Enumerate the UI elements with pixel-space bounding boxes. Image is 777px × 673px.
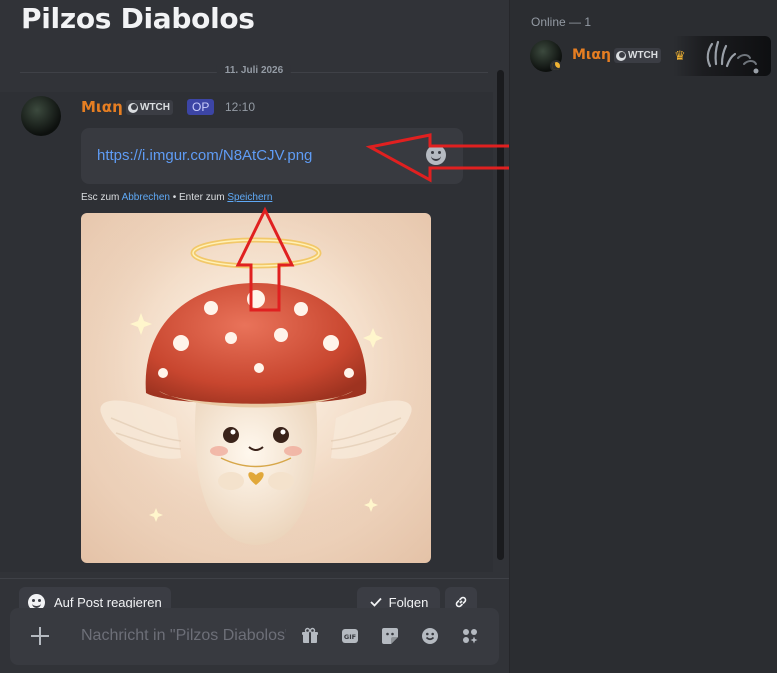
message-input[interactable]: Nachricht in "Pilzos Diabolos" — [81, 627, 286, 645]
member-item[interactable]: Μιαη WTCH ♛ — [528, 36, 771, 76]
gif-icon[interactable]: GIF — [340, 626, 360, 646]
members-heading: Online — 1 — [531, 15, 592, 29]
guild-tag-label: WTCH — [628, 50, 658, 61]
member-name: Μιαη — [572, 47, 611, 63]
sticker-icon[interactable] — [380, 626, 400, 646]
moon-icon — [616, 50, 626, 61]
guild-tag: WTCH — [614, 48, 661, 63]
emoji-icon[interactable] — [420, 626, 440, 646]
arrow-pointing-to-save-icon — [235, 206, 295, 312]
message-composer[interactable]: Nachricht in "Pilzos Diabolos" GIF — [10, 608, 499, 665]
channel-main: Pilzos Diabolos 11. Juli 2026 Μιαη WTCH … — [0, 0, 509, 673]
idle-status-icon — [550, 60, 562, 72]
annotation-arrows — [235, 133, 509, 312]
member-list: Online — 1 Μιαη WTCH ♛ — [509, 0, 777, 673]
arrow-pointing-to-link-icon — [365, 133, 509, 183]
apps-icon[interactable] — [460, 626, 480, 646]
checkmark-icon — [369, 597, 382, 607]
crown-icon: ♛ — [674, 48, 686, 63]
gift-icon[interactable] — [300, 626, 320, 646]
plus-icon[interactable] — [30, 626, 50, 646]
hand-decoration-icon — [706, 40, 759, 74]
svg-text:GIF: GIF — [344, 633, 356, 641]
